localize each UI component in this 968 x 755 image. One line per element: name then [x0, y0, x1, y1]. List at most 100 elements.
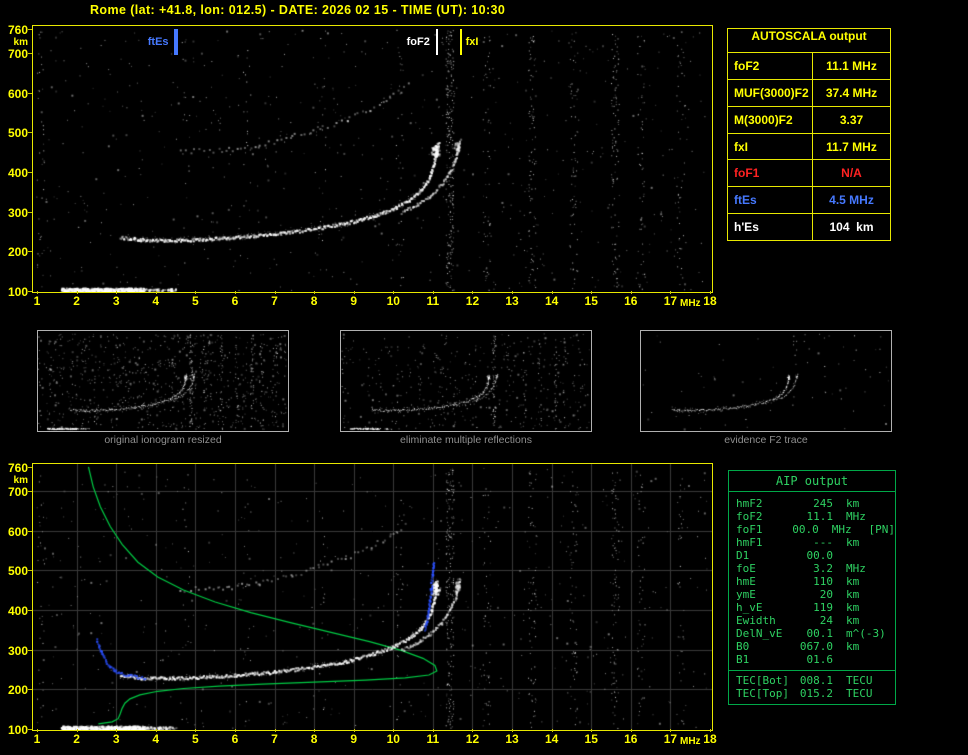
aip-unit: km — [846, 497, 860, 510]
x-tick-label: 3 — [112, 294, 120, 308]
autoscala-param: ftEs — [728, 187, 813, 214]
aip-unit — [833, 653, 889, 666]
aip-value: 3.2 — [813, 562, 833, 575]
y-tick-mark — [28, 251, 32, 252]
x-tick-label: 15 — [584, 732, 598, 746]
aip-value: 20 — [819, 588, 833, 601]
x-tick-label: 4 — [152, 294, 160, 308]
aip-row: foF1 00.0 MHz [PN] — [729, 523, 895, 536]
autoscala-value: 11.7 MHz — [826, 139, 877, 154]
x-tick-mark — [552, 729, 553, 732]
x-axis-unit: MHz — [680, 298, 701, 309]
x-tick-mark — [275, 729, 276, 732]
thumbnail-canvas-reflections — [341, 331, 591, 431]
aip-param: ymE — [736, 588, 756, 601]
aip-value: 015.2 — [799, 687, 833, 700]
x-axis-unit: MHz — [680, 736, 701, 747]
aip-param: foE — [736, 562, 756, 575]
x-tick-label: 13 — [505, 732, 519, 746]
y-tick-mark — [28, 53, 32, 54]
aip-value: 00.0 — [792, 523, 819, 536]
autoscala-param: h'Es — [728, 214, 813, 241]
y-tick-mark — [28, 29, 32, 30]
aip-param: foF2 — [736, 510, 763, 523]
x-tick-mark — [37, 729, 38, 732]
thumbnail-original-ionogram — [37, 330, 289, 432]
aip-unit: m^(-3) — [846, 627, 886, 640]
marker-line-fxi — [459, 29, 462, 55]
y-tick-label: 100 — [7, 723, 28, 737]
x-tick-mark — [195, 291, 196, 294]
x-tick-label: 12 — [465, 294, 480, 308]
autoscala-table-rows: foF2 11.1 MHz MUF(3000)F2 37.4 MHz M(3000)F2… — [728, 52, 890, 241]
aip-unit: MHz — [846, 510, 866, 523]
thumbnail-caption-f2: evidence F2 trace — [724, 434, 808, 446]
y-tick-mark — [28, 467, 32, 468]
aip-param: TEC[Top] — [736, 687, 789, 700]
y-tick-label: 600 — [7, 86, 28, 101]
aip-row: hmF1 --- km — [729, 536, 895, 549]
x-tick-mark — [512, 291, 513, 294]
thumbnail-caption-original: original ionogram resized — [104, 434, 222, 446]
x-tick-label: 11 — [426, 294, 440, 308]
aip-param: TEC[Bot] — [736, 674, 789, 687]
x-tick-label: 5 — [192, 294, 199, 308]
aip-value: 01.6 — [806, 653, 834, 666]
y-tick-label: 300 — [7, 205, 28, 220]
aip-unit: km — [846, 614, 860, 627]
aip-unit: km — [846, 640, 860, 653]
x-tick-label: 14 — [544, 732, 559, 746]
y-tick-label: 500 — [7, 126, 28, 141]
y-tick-mark — [28, 531, 32, 532]
aip-row: B1 01.6 — [729, 653, 895, 666]
x-tick-label: 18 — [703, 294, 717, 308]
y-tick-label: 400 — [7, 165, 28, 180]
y-tick-label: 100 — [7, 285, 28, 299]
autoscala-value: 37.4 MHz — [825, 85, 878, 100]
y-axis-unit: km — [13, 37, 28, 48]
thumbnail-canvas-original — [38, 331, 288, 431]
marker-line-fof2 — [435, 29, 438, 55]
aip-value: 00.0 — [806, 549, 834, 562]
aip-separator — [729, 670, 895, 671]
aip-table-rows: hmF2 245 km foF2 11.1 MHz foF1 00.0 MHz [PN] hmF1-… — [729, 492, 895, 704]
autoscala-value: 104 km — [829, 220, 874, 235]
marker-label-fxi: fxI — [465, 36, 479, 48]
y-tick-mark — [28, 491, 32, 492]
x-tick-mark — [670, 291, 671, 294]
y-tick-mark — [28, 93, 32, 94]
y-tick-label: 400 — [7, 603, 28, 618]
x-tick-mark — [512, 729, 513, 732]
aip-row: hmF2 245 km — [729, 497, 895, 510]
y-tick-mark — [28, 610, 32, 611]
x-tick-label: 15 — [584, 294, 598, 308]
aip-param: hmE — [736, 575, 756, 588]
x-tick-label: 17 — [663, 732, 678, 746]
ionogram-plot-bottom — [32, 463, 713, 731]
x-tick-label: 8 — [310, 732, 318, 746]
y-tick-label: 760 — [7, 460, 28, 475]
aip-row: TEC[Bot] 008.1 TECU — [729, 674, 895, 687]
y-axis-unit: km — [13, 475, 28, 486]
y-tick-mark — [28, 172, 32, 173]
autoscala-app-window: Rome (lat: +41.8, lon: 012.5) - DATE: 20… — [0, 0, 968, 755]
aip-value: 067.0 — [799, 640, 833, 653]
autoscala-param: M(3000)F2 — [728, 106, 813, 133]
y-tick-label: 500 — [7, 564, 28, 579]
y-tick-label: 700 — [7, 46, 28, 61]
aip-unit: MHz — [846, 562, 866, 575]
aip-value: --- — [813, 536, 833, 549]
aip-param: h_vE — [736, 601, 763, 614]
x-tick-mark — [156, 291, 157, 294]
x-tick-label: 5 — [192, 732, 199, 746]
y-tick-mark — [28, 291, 32, 292]
aip-value: 110 — [813, 575, 833, 588]
ionogram-plot-top — [32, 25, 713, 293]
y-tick-label: 600 — [7, 524, 28, 539]
x-tick-mark — [77, 729, 78, 732]
x-tick-mark — [314, 291, 315, 294]
x-tick-label: 2 — [73, 294, 80, 308]
x-tick-label: 7 — [271, 294, 278, 308]
aip-value: 24 — [819, 614, 833, 627]
aip-output-table: AIP output hmF2 245 km foF2 11.1 MHz foF1 00.0 M… — [728, 470, 896, 705]
